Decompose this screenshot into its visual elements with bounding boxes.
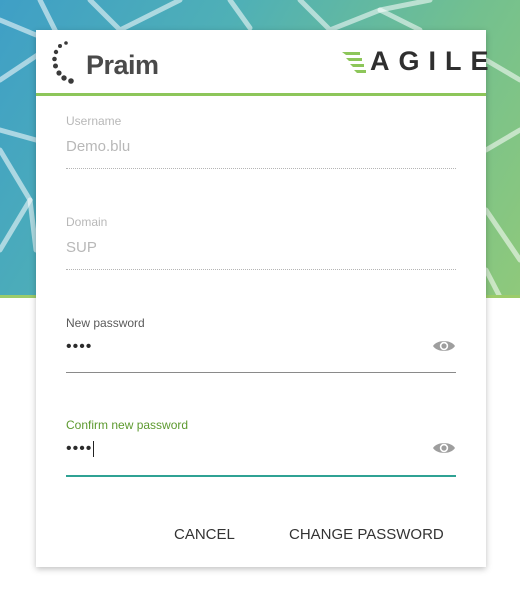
agile-logo: AGILE xyxy=(340,46,489,76)
change-password-button[interactable]: CHANGE PASSWORD xyxy=(289,526,444,543)
domain-value: SUP xyxy=(66,239,97,256)
confirm-password-value: •••• xyxy=(66,440,93,457)
new-password-underline xyxy=(66,372,456,373)
domain-underline xyxy=(66,269,456,270)
username-label: Username xyxy=(66,114,122,128)
confirm-password-underline xyxy=(66,475,456,477)
praim-logo-text: Praim xyxy=(86,50,159,80)
confirm-password-input[interactable]: •••• xyxy=(66,440,95,458)
dialog-header: Praim AGILE xyxy=(36,30,489,96)
agile-logo-text: AGILE xyxy=(370,46,498,76)
agile-logo-mark-icon xyxy=(342,52,366,73)
cancel-button[interactable]: CANCEL xyxy=(174,526,235,543)
praim-logo: Praim xyxy=(52,38,202,86)
new-password-label: New password xyxy=(66,316,145,330)
eye-icon[interactable] xyxy=(432,440,456,456)
username-underline xyxy=(66,168,456,169)
domain-label: Domain xyxy=(66,215,108,229)
username-value: Demo.blu xyxy=(66,138,131,155)
eye-icon[interactable] xyxy=(432,338,456,354)
text-cursor xyxy=(93,440,95,457)
confirm-password-label: Confirm new password xyxy=(66,418,189,432)
change-password-dialog: Praim AGILE Username Demo.blu Domain SUP… xyxy=(36,30,489,567)
praim-logo-dots-icon xyxy=(52,41,74,84)
new-password-input[interactable]: •••• xyxy=(66,338,92,356)
